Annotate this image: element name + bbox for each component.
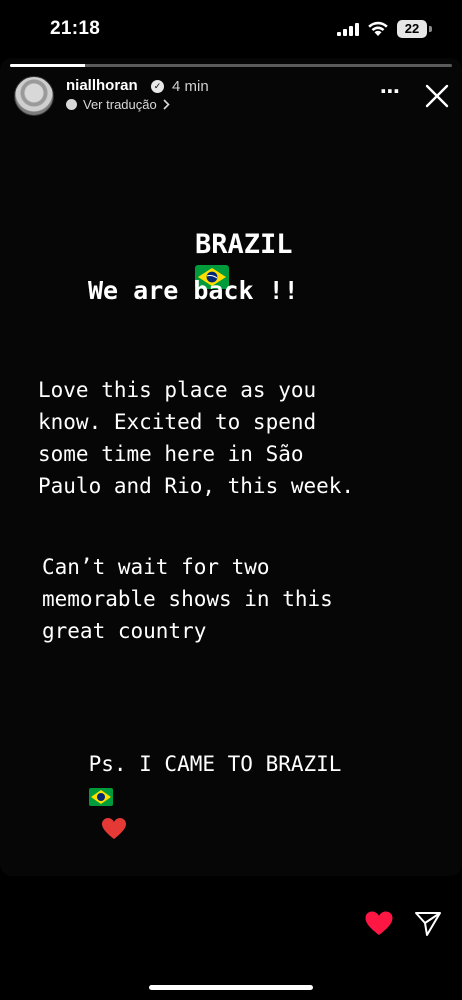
status-time: 21:18 [50, 18, 101, 39]
signal-icon [337, 23, 359, 36]
story-ps: Ps. I CAME TO BRAZIL [38, 716, 341, 876]
story-ps-text: Ps. I CAME TO BRAZIL [88, 752, 342, 776]
home-indicator[interactable] [149, 985, 313, 990]
story-subtitle: We are back !! [88, 276, 299, 305]
battery-indicator: 22 [397, 20, 427, 38]
story-title-text: BRAZIL [195, 229, 293, 260]
wifi-icon [368, 21, 388, 36]
status-bar: 21:18 22 [0, 0, 462, 58]
verified-badge-icon: ✓ [151, 80, 164, 93]
heart-icon[interactable] [364, 910, 394, 937]
story-time-ago: 4 min [172, 78, 209, 95]
brazil-flag-icon [88, 788, 113, 806]
translate-label: Ver tradução [83, 97, 157, 112]
story-paragraph-1: Love this place as you know. Excited to … [38, 378, 355, 498]
heart-emoji-icon [101, 818, 126, 839]
chevron-right-icon [163, 99, 170, 110]
globe-icon [66, 99, 77, 110]
more-options-button[interactable]: ⋯ [380, 79, 402, 104]
story-progress-bar [10, 64, 452, 67]
story-paragraph-2: Can’t wait for two memorable shows in th… [42, 555, 333, 643]
avatar[interactable] [14, 76, 54, 116]
battery-tip [429, 26, 432, 32]
translate-link[interactable]: Ver tradução [66, 97, 170, 112]
story-container[interactable]: niallhoran ✓ 4 min Ver tradução ⋯ BRAZIL… [0, 58, 462, 876]
send-icon[interactable] [414, 909, 442, 937]
close-icon[interactable] [425, 84, 449, 108]
story-username[interactable]: niallhoran [66, 77, 138, 94]
story-progress-fill [10, 64, 86, 67]
